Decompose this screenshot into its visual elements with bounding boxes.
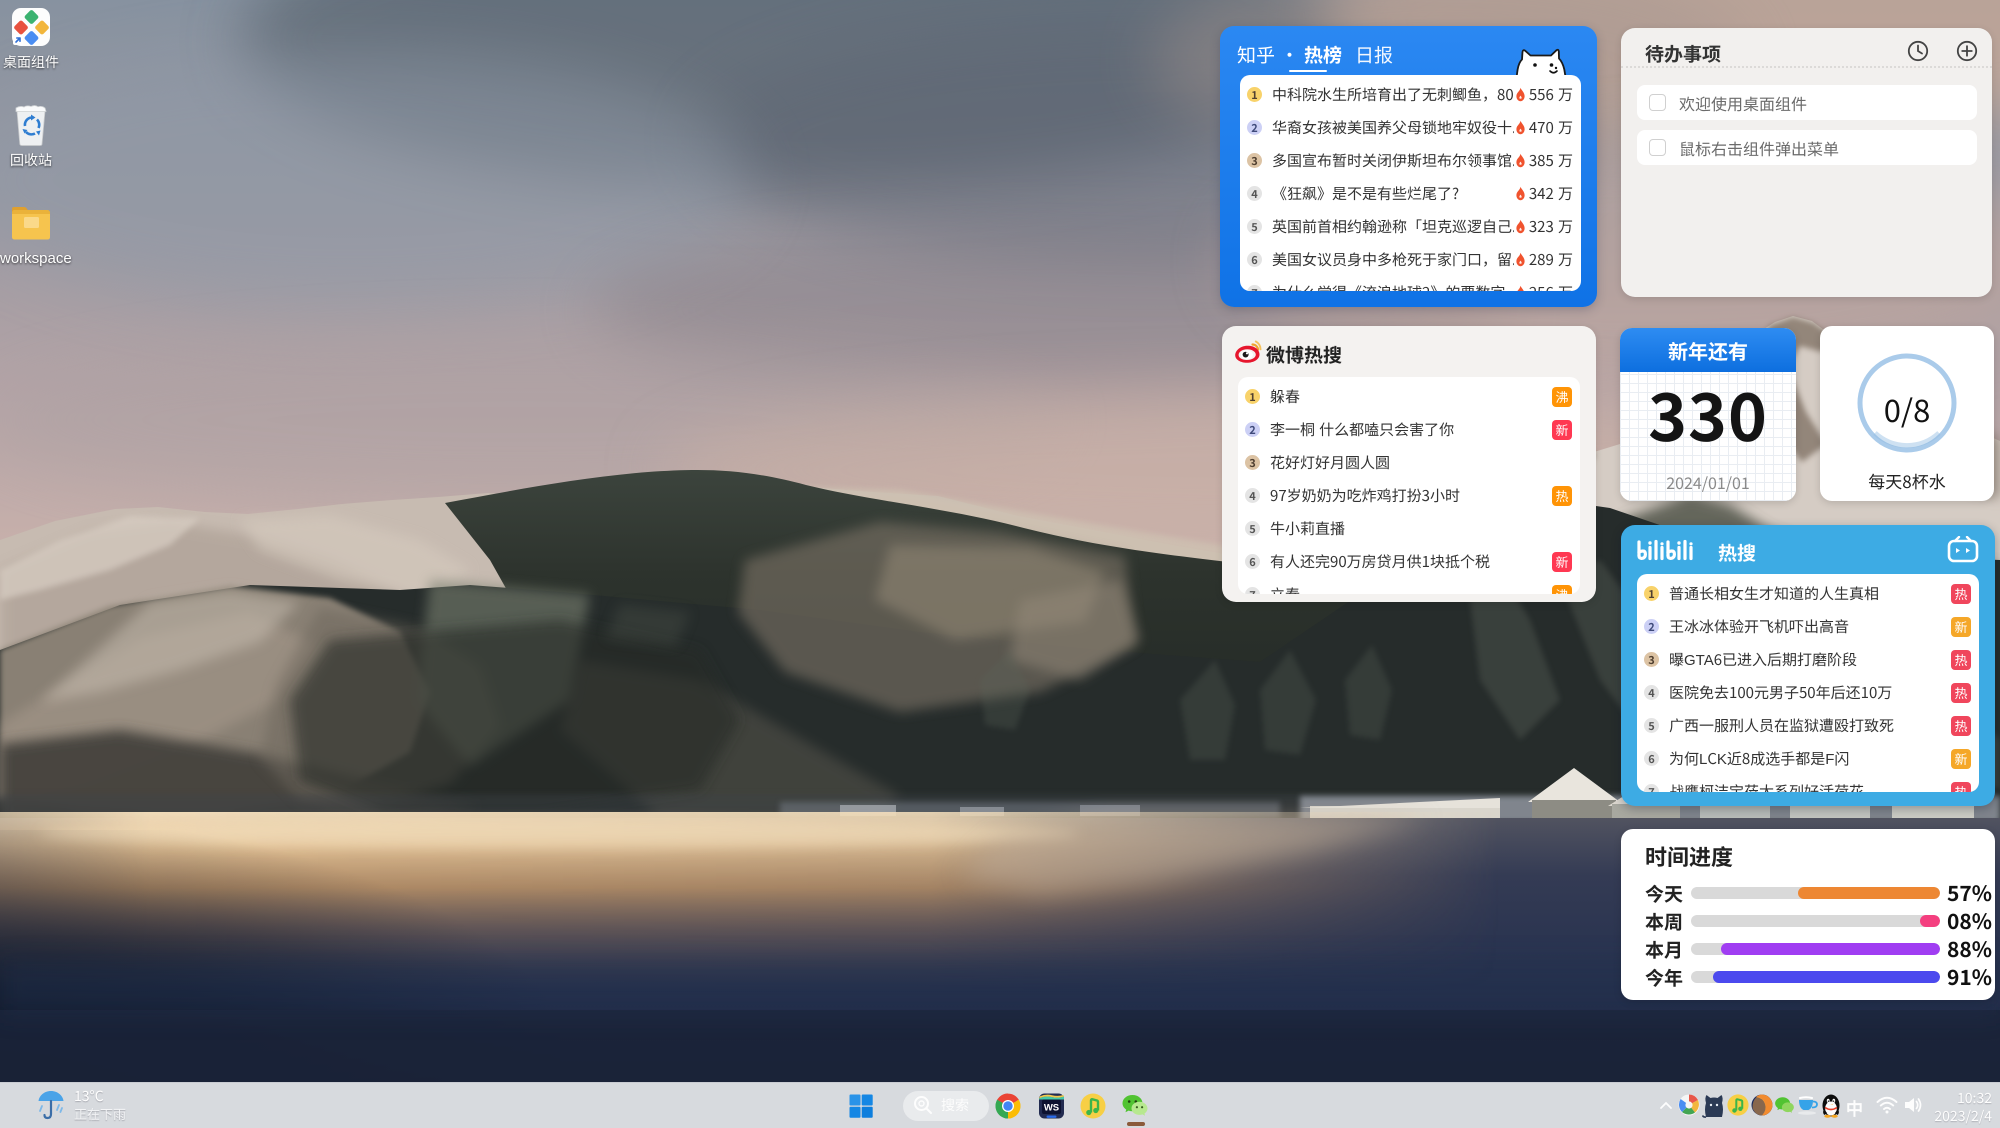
svg-text:WS: WS bbox=[1044, 1103, 1059, 1114]
